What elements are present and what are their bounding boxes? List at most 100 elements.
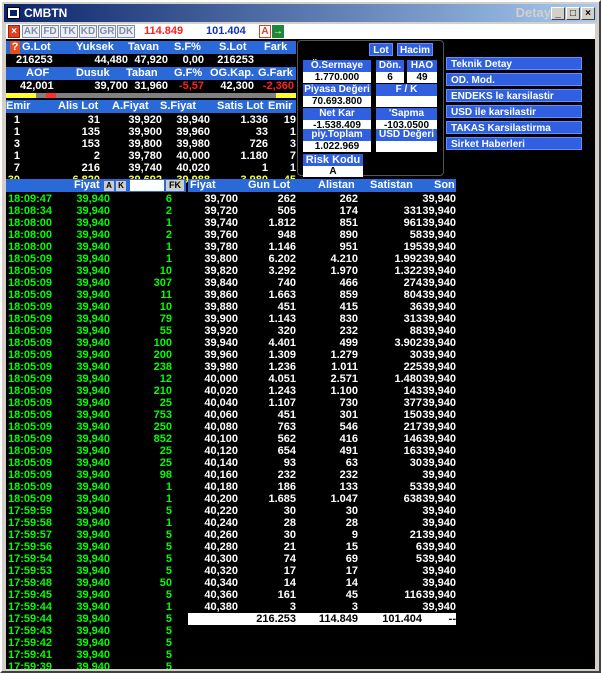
minimize-button[interactable]: _ xyxy=(551,7,565,20)
daily-row[interactable]: 40,360 161 45 116 39,940 xyxy=(188,589,456,601)
trade-k-button[interactable]: K xyxy=(116,181,126,191)
daily-row[interactable]: 39,780 1.146 951 195 39,940 xyxy=(188,241,456,253)
trade-row[interactable]: 17:59:57 39,940 5 xyxy=(6,529,186,541)
daily-row[interactable]: 39,880 451 415 36 39,940 xyxy=(188,301,456,313)
daily-row[interactable]: 39,900 1.143 830 313 39,940 xyxy=(188,313,456,325)
hacim-button[interactable]: Hacim xyxy=(397,43,433,56)
trade-row[interactable]: 18:05:09 39,940 10 xyxy=(6,301,186,313)
daily-row[interactable]: 40,320 17 17 39,940 xyxy=(188,565,456,577)
trade-row[interactable]: 17:59:56 39,940 5 xyxy=(6,541,186,553)
daily-row[interactable]: 39,860 1.663 859 804 39,940 xyxy=(188,289,456,301)
tab-tk[interactable]: TK xyxy=(60,25,78,38)
trade-row[interactable]: 18:05:09 39,940 1 xyxy=(6,253,186,265)
trade-row[interactable]: 18:05:09 39,940 852 xyxy=(6,433,186,445)
daily-row[interactable]: 40,020 1.243 1.100 143 39,940 xyxy=(188,385,456,397)
daily-row[interactable]: 39,920 320 232 88 39,940 xyxy=(188,325,456,337)
trade-row[interactable]: 18:05:09 39,940 1 xyxy=(6,481,186,493)
tab-fd[interactable]: FD xyxy=(41,25,59,38)
go-arrow-icon[interactable]: → xyxy=(272,25,284,38)
menu-item[interactable]: USD ile karsilastir xyxy=(446,105,582,118)
trade-a-button[interactable]: A xyxy=(104,181,114,191)
toolbar-close-icon[interactable]: × xyxy=(8,25,20,38)
maximize-button[interactable]: □ xyxy=(566,7,580,20)
trade-row[interactable]: 17:59:44 39,940 1 xyxy=(6,601,186,613)
trade-row[interactable]: 18:05:09 39,940 200 xyxy=(6,349,186,361)
daily-row[interactable]: 40,200 1.685 1.047 638 39,940 xyxy=(188,493,456,505)
daily-row[interactable]: 40,240 28 28 39,940 xyxy=(188,517,456,529)
trade-row[interactable]: 17:59:41 39,940 5 xyxy=(6,649,186,661)
daily-row[interactable]: 40,340 14 14 39,940 xyxy=(188,577,456,589)
trade-row[interactable]: 18:09:47 39,940 6 xyxy=(6,193,186,205)
lot-button[interactable]: Lot xyxy=(369,43,393,56)
tab-gr[interactable]: GR xyxy=(98,25,116,38)
trade-row[interactable]: 17:59:43 39,940 5 xyxy=(6,625,186,637)
trade-row[interactable]: 18:05:09 39,940 307 xyxy=(6,277,186,289)
trade-row[interactable]: 18:05:09 39,940 250 xyxy=(6,421,186,433)
trade-row[interactable]: 18:05:09 39,940 25 xyxy=(6,457,186,469)
menu-item[interactable]: TAKAS Karsilastirma xyxy=(446,121,582,134)
trade-row[interactable]: 18:05:09 39,940 753 xyxy=(6,409,186,421)
daily-row[interactable]: 39,820 3.292 1.970 1.322 39,940 xyxy=(188,265,456,277)
trade-row[interactable]: 17:59:45 39,940 5 xyxy=(6,589,186,601)
daily-row[interactable]: 40,060 451 301 150 39,940 xyxy=(188,409,456,421)
menu-item[interactable]: ENDEKS le karsilastir xyxy=(446,89,582,102)
daily-row[interactable]: 40,180 186 133 53 39,940 xyxy=(188,481,456,493)
daily-row[interactable]: 39,840 740 466 274 39,940 xyxy=(188,277,456,289)
daily-row[interactable]: 39,980 1.236 1.011 225 39,940 xyxy=(188,361,456,373)
daily-row[interactable]: 40,040 1.107 730 377 39,940 xyxy=(188,397,456,409)
trade-row[interactable]: 18:08:00 39,940 1 xyxy=(6,241,186,253)
daily-row[interactable]: 40,160 232 232 39,940 xyxy=(188,469,456,481)
trade-row[interactable]: 18:05:09 39,940 25 xyxy=(6,445,186,457)
trade-row[interactable]: 18:05:09 39,940 55 xyxy=(6,325,186,337)
tab-kd[interactable]: KD xyxy=(79,25,97,38)
daily-row[interactable]: 39,940 4.401 499 3.902 39,940 xyxy=(188,337,456,349)
trade-row[interactable]: 18:08:00 39,940 1 xyxy=(6,217,186,229)
daily-row[interactable]: 40,220 30 30 39,940 xyxy=(188,505,456,517)
trade-row[interactable]: 17:59:42 39,940 5 xyxy=(6,637,186,649)
trade-row[interactable]: 18:05:09 39,940 11 xyxy=(6,289,186,301)
daily-row[interactable]: 39,740 1.812 851 961 39,940 xyxy=(188,217,456,229)
trade-row[interactable]: 17:59:39 39,940 5 xyxy=(6,661,186,669)
trade-row[interactable]: 17:59:53 39,940 5 xyxy=(6,565,186,577)
trade-row[interactable]: 18:05:09 39,940 210 xyxy=(6,385,186,397)
trade-row[interactable]: 18:05:09 39,940 12 xyxy=(6,373,186,385)
daily-row[interactable]: 39,800 6.202 4.210 1.992 39,940 xyxy=(188,253,456,265)
daily-row[interactable]: 40,000 4.051 2.571 1.480 39,940 xyxy=(188,373,456,385)
trade-row[interactable]: 18:05:09 39,940 1 xyxy=(6,493,186,505)
daily-row[interactable]: 40,380 3 3 39,940 xyxy=(188,601,456,613)
question-icon[interactable]: ? xyxy=(10,41,20,54)
trade-row[interactable]: 18:08:34 39,940 2 xyxy=(6,205,186,217)
menu-item[interactable]: OD. Mod. xyxy=(446,73,582,86)
tab-dk[interactable]: DK xyxy=(117,25,135,38)
trade-row[interactable]: 18:05:09 39,940 10 xyxy=(6,265,186,277)
daily-row[interactable]: 39,700 262 262 39,940 xyxy=(188,193,456,205)
trade-row[interactable]: 18:05:09 39,940 98 xyxy=(6,469,186,481)
trade-row[interactable]: 18:05:09 39,940 238 xyxy=(6,361,186,373)
trade-filter-input[interactable] xyxy=(130,180,164,191)
trade-row[interactable]: 18:05:09 39,940 25 xyxy=(6,397,186,409)
trade-row[interactable]: 18:05:09 39,940 100 xyxy=(6,337,186,349)
menu-item[interactable]: Sirket Haberleri xyxy=(446,137,582,150)
a-button[interactable]: A xyxy=(259,25,271,38)
daily-row[interactable]: 40,280 21 15 6 39,940 xyxy=(188,541,456,553)
daily-row[interactable]: 40,100 562 416 146 39,940 xyxy=(188,433,456,445)
trade-row[interactable]: 18:05:09 39,940 79 xyxy=(6,313,186,325)
trade-row[interactable]: 17:59:48 39,940 50 xyxy=(6,577,186,589)
daily-row[interactable]: 39,960 1.309 1.279 30 39,940 xyxy=(188,349,456,361)
trade-row[interactable]: 17:59:44 39,940 5 xyxy=(6,613,186,625)
daily-row[interactable]: 40,120 654 491 163 39,940 xyxy=(188,445,456,457)
daily-row[interactable]: 39,720 505 174 331 39,940 xyxy=(188,205,456,217)
tab-ak[interactable]: AK xyxy=(22,25,40,38)
fk-button[interactable]: FK xyxy=(166,180,184,191)
trade-row[interactable]: 17:59:58 39,940 1 xyxy=(6,517,186,529)
title-bar[interactable]: CMBTN Detay _ □ × xyxy=(4,4,597,22)
trade-row[interactable]: 17:59:59 39,940 5 xyxy=(6,505,186,517)
menu-item[interactable]: Teknik Detay xyxy=(446,57,582,70)
daily-row[interactable]: 40,080 763 546 217 39,940 xyxy=(188,421,456,433)
daily-row[interactable]: 40,140 93 63 30 39,940 xyxy=(188,457,456,469)
daily-row[interactable]: 39,760 948 890 58 39,940 xyxy=(188,229,456,241)
daily-row[interactable]: 40,260 30 9 21 39,940 xyxy=(188,529,456,541)
trade-row[interactable]: 17:59:54 39,940 5 xyxy=(6,553,186,565)
trade-row[interactable]: 18:08:00 39,940 2 xyxy=(6,229,186,241)
daily-row[interactable]: 40,300 74 69 5 39,940 xyxy=(188,553,456,565)
